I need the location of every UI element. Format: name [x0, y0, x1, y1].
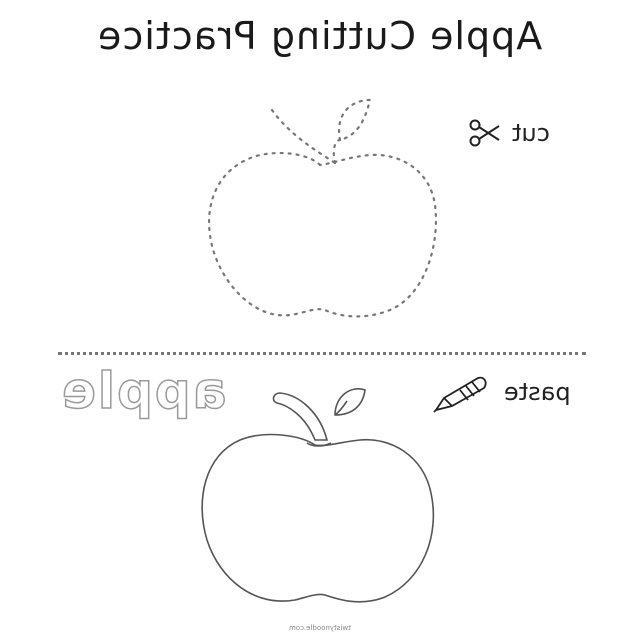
dotted-apple-cut-outline [208, 98, 437, 318]
page-title: Apple Cutting Practice [97, 14, 543, 58]
paste-label: paste [504, 378, 571, 406]
cut-instruction: cut [468, 118, 550, 148]
apple-outline-paste-area [201, 388, 435, 603]
paste-instruction: paste [430, 370, 571, 414]
footer-credit: twistynoodle.com [289, 624, 351, 632]
cut-dashed-line [58, 352, 586, 355]
scissors-icon [469, 119, 500, 147]
cut-label: cut [512, 119, 550, 147]
